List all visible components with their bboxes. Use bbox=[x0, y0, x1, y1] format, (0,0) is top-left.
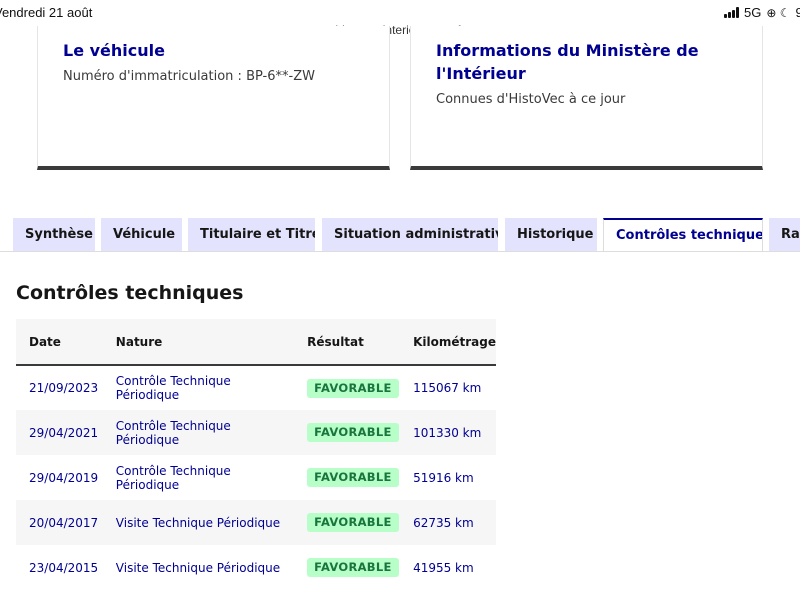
tab-titulaire-et-titre[interactable]: Titulaire et Titre bbox=[188, 218, 315, 251]
tab-controles-techniques[interactable]: Contrôles techniques bbox=[603, 218, 763, 251]
result-badge: FAVORABLE bbox=[307, 558, 399, 577]
cell-date: 21/09/2023 bbox=[29, 381, 99, 395]
table-header-row: Date Nature Résultat Kilométrage bbox=[16, 319, 496, 365]
column-header-result: Résultat bbox=[307, 334, 364, 349]
cell-nature: Contrôle Technique Périodique bbox=[115, 418, 231, 447]
table-row: 29/04/2021 Contrôle Technique Périodique… bbox=[16, 410, 496, 455]
ministry-card: Informations du Ministère de l'Intérieur… bbox=[410, 26, 763, 170]
column-header-date: Date bbox=[29, 334, 61, 349]
cell-date: 20/04/2017 bbox=[29, 515, 99, 530]
section-title: Contrôles techniques bbox=[16, 282, 244, 304]
orientation-lock-and-do-not-disturb-icons: ⊕ ☾ bbox=[766, 5, 791, 20]
cell-mileage: 41955 km bbox=[413, 560, 474, 575]
battery-level: 92 bbox=[795, 5, 800, 20]
tab-rapport[interactable]: Rapport bbox=[769, 218, 800, 251]
network-type: 5G bbox=[744, 5, 762, 20]
cell-nature: Visite Technique Périodique bbox=[115, 515, 281, 530]
tab-situation-administrative[interactable]: Situation administrative bbox=[322, 218, 498, 251]
result-badge: FAVORABLE bbox=[307, 513, 399, 532]
cell-date: 23/04/2015 bbox=[29, 560, 99, 575]
cell-date: 29/04/2019 bbox=[29, 470, 99, 485]
vehicle-card-description: Numéro d'immatriculation : BP-6**-ZW bbox=[63, 69, 315, 84]
ministry-card-description: Connues d'HistoVec à ce jour bbox=[436, 92, 626, 107]
cell-nature: Contrôle Technique Périodique bbox=[115, 374, 231, 402]
cell-date: 29/04/2021 bbox=[29, 425, 99, 440]
ministry-card-title: Informations du Ministère de l'Intérieur bbox=[436, 41, 699, 83]
cell-nature: Contrôle Technique Périodique bbox=[115, 463, 231, 492]
result-badge: FAVORABLE bbox=[307, 468, 399, 487]
tab-synthese[interactable]: Synthèse bbox=[13, 218, 95, 251]
result-badge: FAVORABLE bbox=[307, 423, 399, 442]
vehicle-card: Le véhicule Numéro d'immatriculation : B… bbox=[37, 26, 390, 170]
column-header-nature: Nature bbox=[115, 334, 163, 349]
status-datetime: Vendredi 21 août bbox=[0, 5, 93, 20]
tab-vehicule[interactable]: Véhicule bbox=[101, 218, 182, 251]
table-row: 21/09/2023 Contrôle Technique Périodique… bbox=[16, 365, 496, 410]
result-badge: FAVORABLE bbox=[307, 378, 399, 398]
column-header-mileage: Kilométrage bbox=[413, 334, 496, 349]
cell-nature: Visite Technique Périodique bbox=[115, 560, 281, 575]
cellular-signal-icon bbox=[724, 7, 740, 18]
tab-bar: Synthèse Véhicule Titulaire et Titre Sit… bbox=[0, 218, 800, 251]
cell-mileage: 62735 km bbox=[413, 515, 474, 530]
table-row: 23/04/2015 Visite Technique Périodique F… bbox=[16, 545, 496, 590]
status-indicators: 5G ⊕ ☾ 92 bbox=[724, 5, 800, 20]
tab-historique[interactable]: Historique bbox=[505, 218, 597, 251]
cell-mileage: 101330 km bbox=[413, 425, 482, 440]
table-row: 20/04/2017 Visite Technique Périodique F… bbox=[16, 500, 496, 545]
table-row: 29/04/2019 Contrôle Technique Périodique… bbox=[16, 455, 496, 500]
technical-controls-panel: Contrôles techniques Date Nature Résulta… bbox=[0, 251, 800, 600]
cell-mileage: 51916 km bbox=[413, 470, 474, 485]
vehicle-card-title: Le véhicule bbox=[63, 41, 165, 60]
cell-mileage: 115067 km bbox=[413, 381, 482, 395]
technical-controls-table: Date Nature Résultat Kilométrage 21/09/2… bbox=[16, 319, 496, 590]
